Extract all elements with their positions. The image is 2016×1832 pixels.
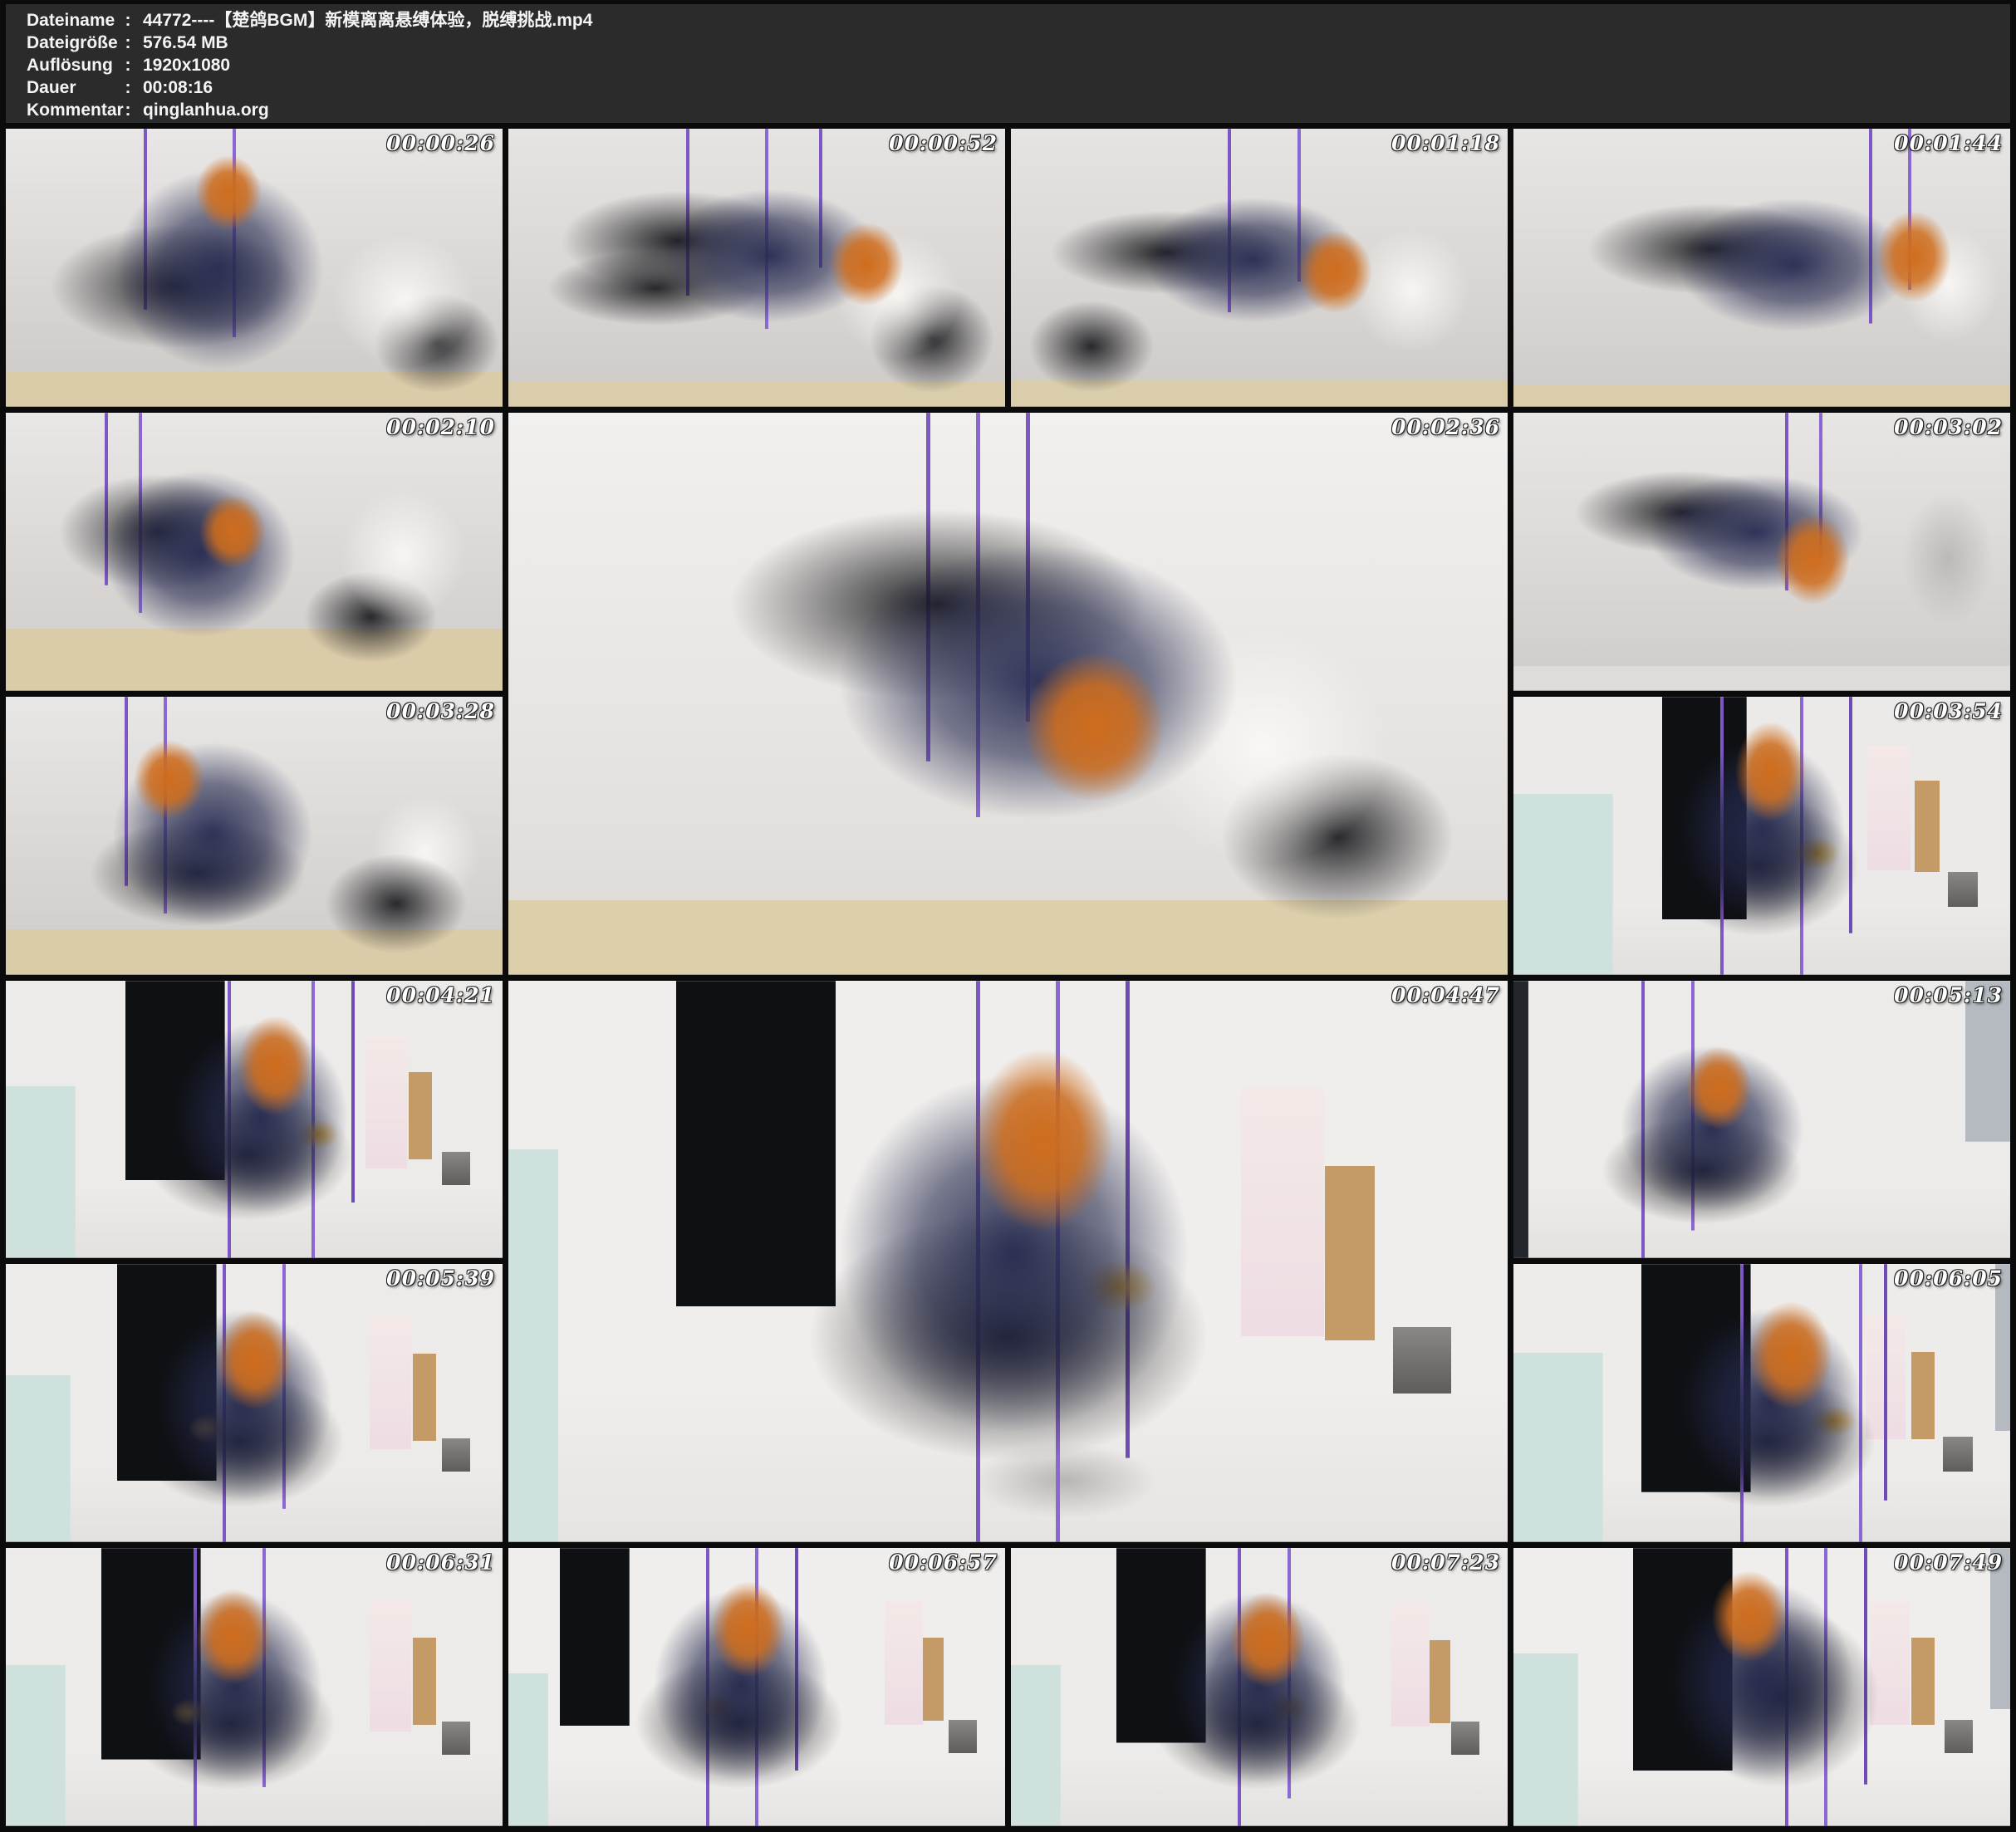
duration-label: Dauer (27, 76, 125, 99)
video-frame-thumbnail: 00:01:44 (1513, 129, 2010, 407)
video-frame-thumbnail: 00:03:54 (1513, 697, 2010, 975)
frame-timestamp-overlay: 00:06:57 (889, 1550, 998, 1575)
resolution-separator: : (125, 54, 131, 76)
file-info-row-filename: Dateiname : 44772----【楚鸽BGM】新模离离悬缚体验，脱缚挑… (27, 9, 2010, 32)
frame-timestamp-overlay: 00:00:26 (386, 131, 495, 155)
frame-timestamp-overlay: 00:00:52 (889, 131, 998, 155)
frame-timestamp-overlay: 00:04:47 (1391, 983, 1500, 1007)
frame-timestamp-overlay: 00:01:18 (1391, 131, 1500, 155)
filesize-separator: : (125, 32, 131, 54)
video-frame-thumbnail: 00:07:49 (1513, 1548, 2010, 1826)
video-frame-thumbnail: 00:06:05 (1513, 1264, 2010, 1542)
frame-timestamp-overlay: 00:05:39 (386, 1266, 495, 1291)
comment-label: Kommentar (27, 99, 125, 121)
file-info-row-resolution: Auflösung : 1920x1080 (27, 54, 2010, 76)
duration-separator: : (125, 76, 131, 99)
video-frame-thumbnail: 00:01:18 (1011, 129, 1508, 407)
video-frame-thumbnail: 00:06:57 (508, 1548, 1005, 1826)
frame-timestamp-overlay: 00:04:21 (386, 983, 495, 1007)
video-frame-thumbnail: 00:03:28 (6, 697, 503, 975)
frame-timestamp-overlay: 00:07:49 (1894, 1550, 2003, 1575)
frame-timestamp-overlay: 00:03:02 (1894, 415, 2003, 439)
frame-timestamp-overlay: 00:06:05 (1894, 1266, 2003, 1291)
filesize-label: Dateigröße (27, 32, 125, 54)
comment-separator: : (125, 99, 131, 121)
frame-timestamp-overlay: 00:02:10 (386, 415, 495, 439)
filesize-value: 576.54 MB (143, 32, 228, 54)
video-frame-thumbnail: 00:05:13 (1513, 981, 2010, 1259)
video-frame-thumbnail: 00:07:23 (1011, 1548, 1508, 1826)
video-frame-thumbnail: 00:00:26 (6, 129, 503, 407)
video-frame-thumbnail: 00:04:21 (6, 981, 503, 1259)
video-frame-thumbnail-large: 00:02:36 (508, 413, 1508, 975)
video-contact-sheet: { "header": { "rows": [ { "label": "Date… (0, 0, 2016, 1832)
frame-timestamp-overlay: 00:01:44 (1894, 131, 2003, 155)
video-frame-thumbnail: 00:02:10 (6, 413, 503, 691)
frame-timestamp-overlay: 00:06:31 (386, 1550, 495, 1575)
frame-timestamp-overlay: 00:03:28 (386, 699, 495, 723)
video-frame-thumbnail: 00:05:39 (6, 1264, 503, 1542)
thumbnail-grid: 00:00:26 00:00:52 00:01:18 00:01:44 00:0… (0, 123, 2016, 1832)
resolution-label: Auflösung (27, 54, 125, 76)
duration-value: 00:08:16 (143, 76, 213, 99)
filename-value: 44772----【楚鸽BGM】新模离离悬缚体验，脱缚挑战.mp4 (143, 9, 592, 32)
file-info-row-comment: Kommentar : qinglanhua.org (27, 99, 2010, 121)
file-info-row-duration: Dauer : 00:08:16 (27, 76, 2010, 99)
file-info-row-filesize: Dateigröße : 576.54 MB (27, 32, 2010, 54)
frame-timestamp-overlay: 00:07:23 (1391, 1550, 1500, 1575)
frame-timestamp-overlay: 00:02:36 (1391, 415, 1500, 439)
resolution-value: 1920x1080 (143, 54, 230, 76)
comment-value: qinglanhua.org (143, 99, 269, 121)
frame-timestamp-overlay: 00:05:13 (1894, 983, 2003, 1007)
video-frame-thumbnail: 00:03:02 (1513, 413, 2010, 691)
video-frame-thumbnail: 00:00:52 (508, 129, 1005, 407)
frame-timestamp-overlay: 00:03:54 (1894, 699, 2003, 723)
file-info-header: Dateiname : 44772----【楚鸽BGM】新模离离悬缚体验，脱缚挑… (6, 4, 2010, 125)
filename-separator: : (125, 9, 131, 32)
filename-label: Dateiname (27, 9, 125, 32)
video-frame-thumbnail: 00:06:31 (6, 1548, 503, 1826)
video-frame-thumbnail-large: 00:04:47 (508, 981, 1508, 1543)
